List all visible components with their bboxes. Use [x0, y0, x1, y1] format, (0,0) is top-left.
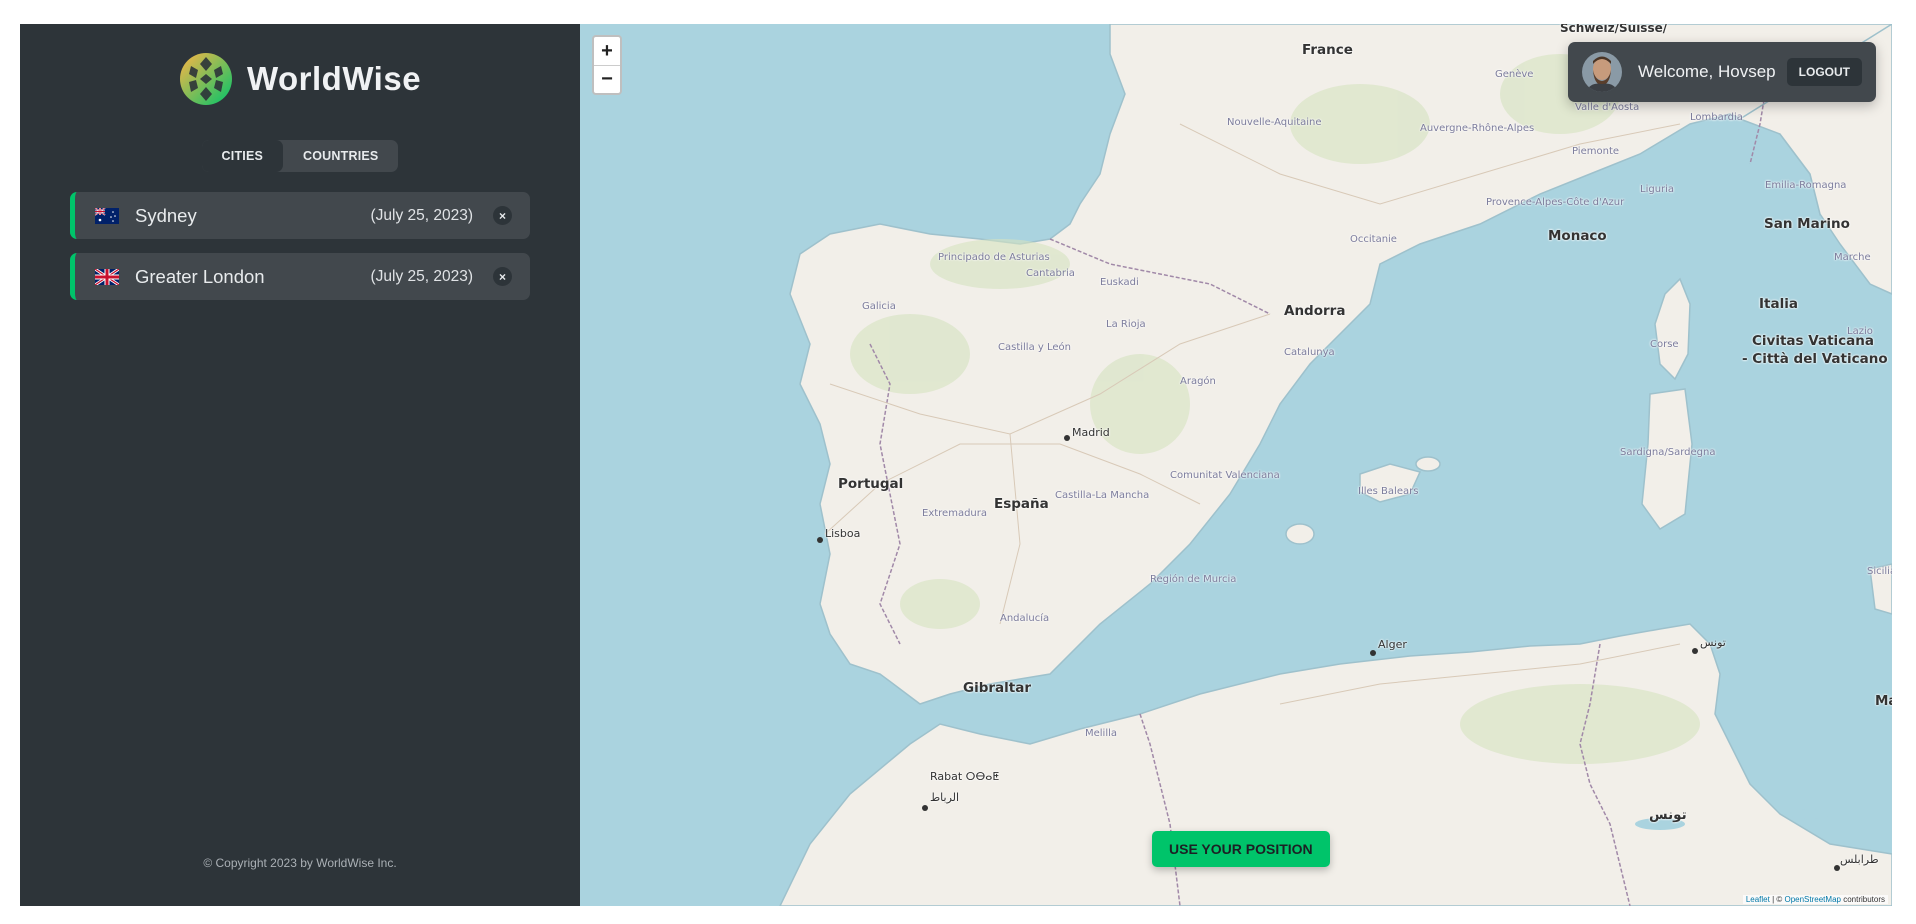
- map-label-geneve: Genève: [1495, 69, 1534, 80]
- map-label-marche: Marche: [1834, 252, 1871, 263]
- map-label-occitanie: Occitanie: [1350, 234, 1397, 245]
- map-label-tunis: تونس: [1700, 636, 1726, 649]
- sidebar-tabs: CITIES COUNTRIES: [201, 140, 399, 172]
- map-label-illes-balears: Illes Balears: [1358, 486, 1419, 497]
- map-label-sardegna: Sardigna/Sardegna: [1620, 447, 1716, 458]
- map-label-tunisie: تونس: [1649, 807, 1687, 823]
- map-label-castilla-mancha: Castilla-La Mancha: [1055, 490, 1150, 501]
- logout-button[interactable]: LOGOUT: [1786, 58, 1862, 86]
- attribution-contributors: contributors: [1840, 895, 1885, 904]
- map-label-madrid: Madrid: [1072, 426, 1110, 439]
- map-label-schweiz: Schweiz/Suisse/: [1560, 24, 1668, 35]
- map-label-galicia: Galicia: [862, 301, 896, 312]
- map[interactable]: France Schweiz/Suisse/ Andorra Monaco Sa…: [580, 24, 1892, 906]
- map-label-sicilia: Sicilia: [1867, 566, 1892, 577]
- map-label-emilia: Emilia-Romagna: [1765, 180, 1847, 191]
- app-name: WorldWise: [246, 60, 422, 97]
- map-attribution: Leaflet | © OpenStreetMap contributors: [1742, 895, 1888, 904]
- map-label-provence: Provence-Alpes-Côte d'Azur: [1486, 197, 1625, 208]
- corsica-island: [1654, 277, 1691, 381]
- avatar-image-icon: [1582, 52, 1622, 92]
- map-label-nouvelle-aquitaine: Nouvelle-Aquitaine: [1227, 117, 1322, 128]
- copyright: © Copyright 2023 by WorldWise Inc.: [203, 856, 397, 870]
- avatar: [1582, 52, 1622, 92]
- city-item-sydney[interactable]: Sydney (July 25, 2023) ×: [70, 192, 530, 239]
- city-date: (July 25, 2023): [370, 267, 473, 285]
- map-label-rabat-ar: الرباط: [930, 791, 960, 804]
- map-label-tripoli: طرابلس: [1840, 853, 1879, 866]
- map-label-andalucia: Andalucía: [1000, 613, 1050, 624]
- map-label-melilla: Melilla: [1085, 728, 1118, 739]
- city-item-greater-london[interactable]: Greater London (July 25, 2023) ×: [70, 253, 530, 300]
- delete-city-button[interactable]: ×: [493, 206, 512, 225]
- map-label-rabat: Rabat ⵔⴱⴰⵟ: [930, 770, 1000, 783]
- map-label-extremadura: Extremadura: [922, 508, 987, 519]
- sardinia-island: [1641, 388, 1693, 530]
- tab-countries[interactable]: COUNTRIES: [283, 140, 398, 172]
- app-container: WorldWise CITIES COUNTRIES Sydney (July …: [20, 24, 1892, 906]
- map-label-valenciana: Comunitat Valenciana: [1170, 470, 1280, 481]
- map-label-auvergne: Auvergne-Rhône-Alpes: [1420, 123, 1535, 134]
- map-tiles[interactable]: [580, 24, 1892, 906]
- map-label-principado: Principado de Asturias: [938, 252, 1050, 263]
- map-label-vaticano-2: - Città del Vaticano: [1742, 351, 1888, 367]
- map-label-monaco: Monaco: [1548, 228, 1607, 244]
- globe-logo-icon: [179, 53, 232, 105]
- logo[interactable]: WorldWise: [179, 52, 421, 106]
- delete-city-button[interactable]: ×: [493, 267, 512, 286]
- map-label-italia: Italia: [1759, 296, 1798, 312]
- city-date: (July 25, 2023): [370, 206, 473, 224]
- australia-flag-icon: [95, 207, 119, 224]
- map-label-cantabria: Cantabria: [1026, 268, 1075, 279]
- map-label-liguria: Liguria: [1640, 184, 1675, 195]
- uk-flag-icon: [95, 268, 119, 285]
- map-label-piemonte: Piemonte: [1572, 146, 1620, 157]
- map-label-san-marino: San Marino: [1764, 216, 1850, 232]
- map-label-aragon: Aragón: [1180, 376, 1216, 387]
- city-name: Sydney: [135, 204, 197, 226]
- map-label-malta: Ma: [1875, 693, 1892, 709]
- map-label-lazio: Lazio: [1847, 326, 1873, 337]
- map-label-catalunya: Catalunya: [1284, 347, 1335, 358]
- map-label-castilla-leon: Castilla y León: [998, 342, 1071, 353]
- city-list: Sydney (July 25, 2023) × Greater London …: [70, 192, 530, 300]
- leaflet-link[interactable]: Leaflet: [1746, 895, 1770, 904]
- map-label-andorra: Andorra: [1284, 303, 1346, 319]
- map-label-aosta: Valle d'Aosta: [1575, 102, 1640, 113]
- map-label-lombardia: Lombardia: [1690, 112, 1743, 123]
- zoom-in-button[interactable]: +: [594, 37, 620, 65]
- map-label-euskadi: Euskadi: [1100, 277, 1139, 288]
- user-panel: Welcome, Hovsep LOGOUT: [1568, 42, 1876, 102]
- map-label-france: France: [1302, 42, 1353, 58]
- map-label-lisboa: Lisboa: [825, 527, 861, 540]
- use-position-button[interactable]: USE YOUR POSITION: [1152, 831, 1330, 867]
- map-label-la-rioja: La Rioja: [1106, 319, 1146, 330]
- map-label-gibraltar: Gibraltar: [963, 680, 1031, 696]
- map-label-espana: España: [994, 496, 1049, 512]
- tab-cities[interactable]: CITIES: [201, 140, 284, 172]
- osm-link[interactable]: OpenStreetMap: [1784, 895, 1840, 904]
- city-name: Greater London: [135, 265, 265, 287]
- sidebar: WorldWise CITIES COUNTRIES Sydney (July …: [20, 24, 580, 906]
- map-label-portugal: Portugal: [838, 476, 904, 492]
- welcome-text: Welcome, Hovsep: [1638, 62, 1776, 81]
- zoom-control: + −: [592, 35, 622, 95]
- map-label-murcia: Región de Murcia: [1150, 574, 1237, 585]
- map-label-corse: Corse: [1650, 339, 1679, 350]
- map-label-alger: Alger: [1378, 638, 1407, 651]
- zoom-out-button[interactable]: −: [594, 65, 620, 93]
- attribution-separator: | ©: [1769, 895, 1785, 904]
